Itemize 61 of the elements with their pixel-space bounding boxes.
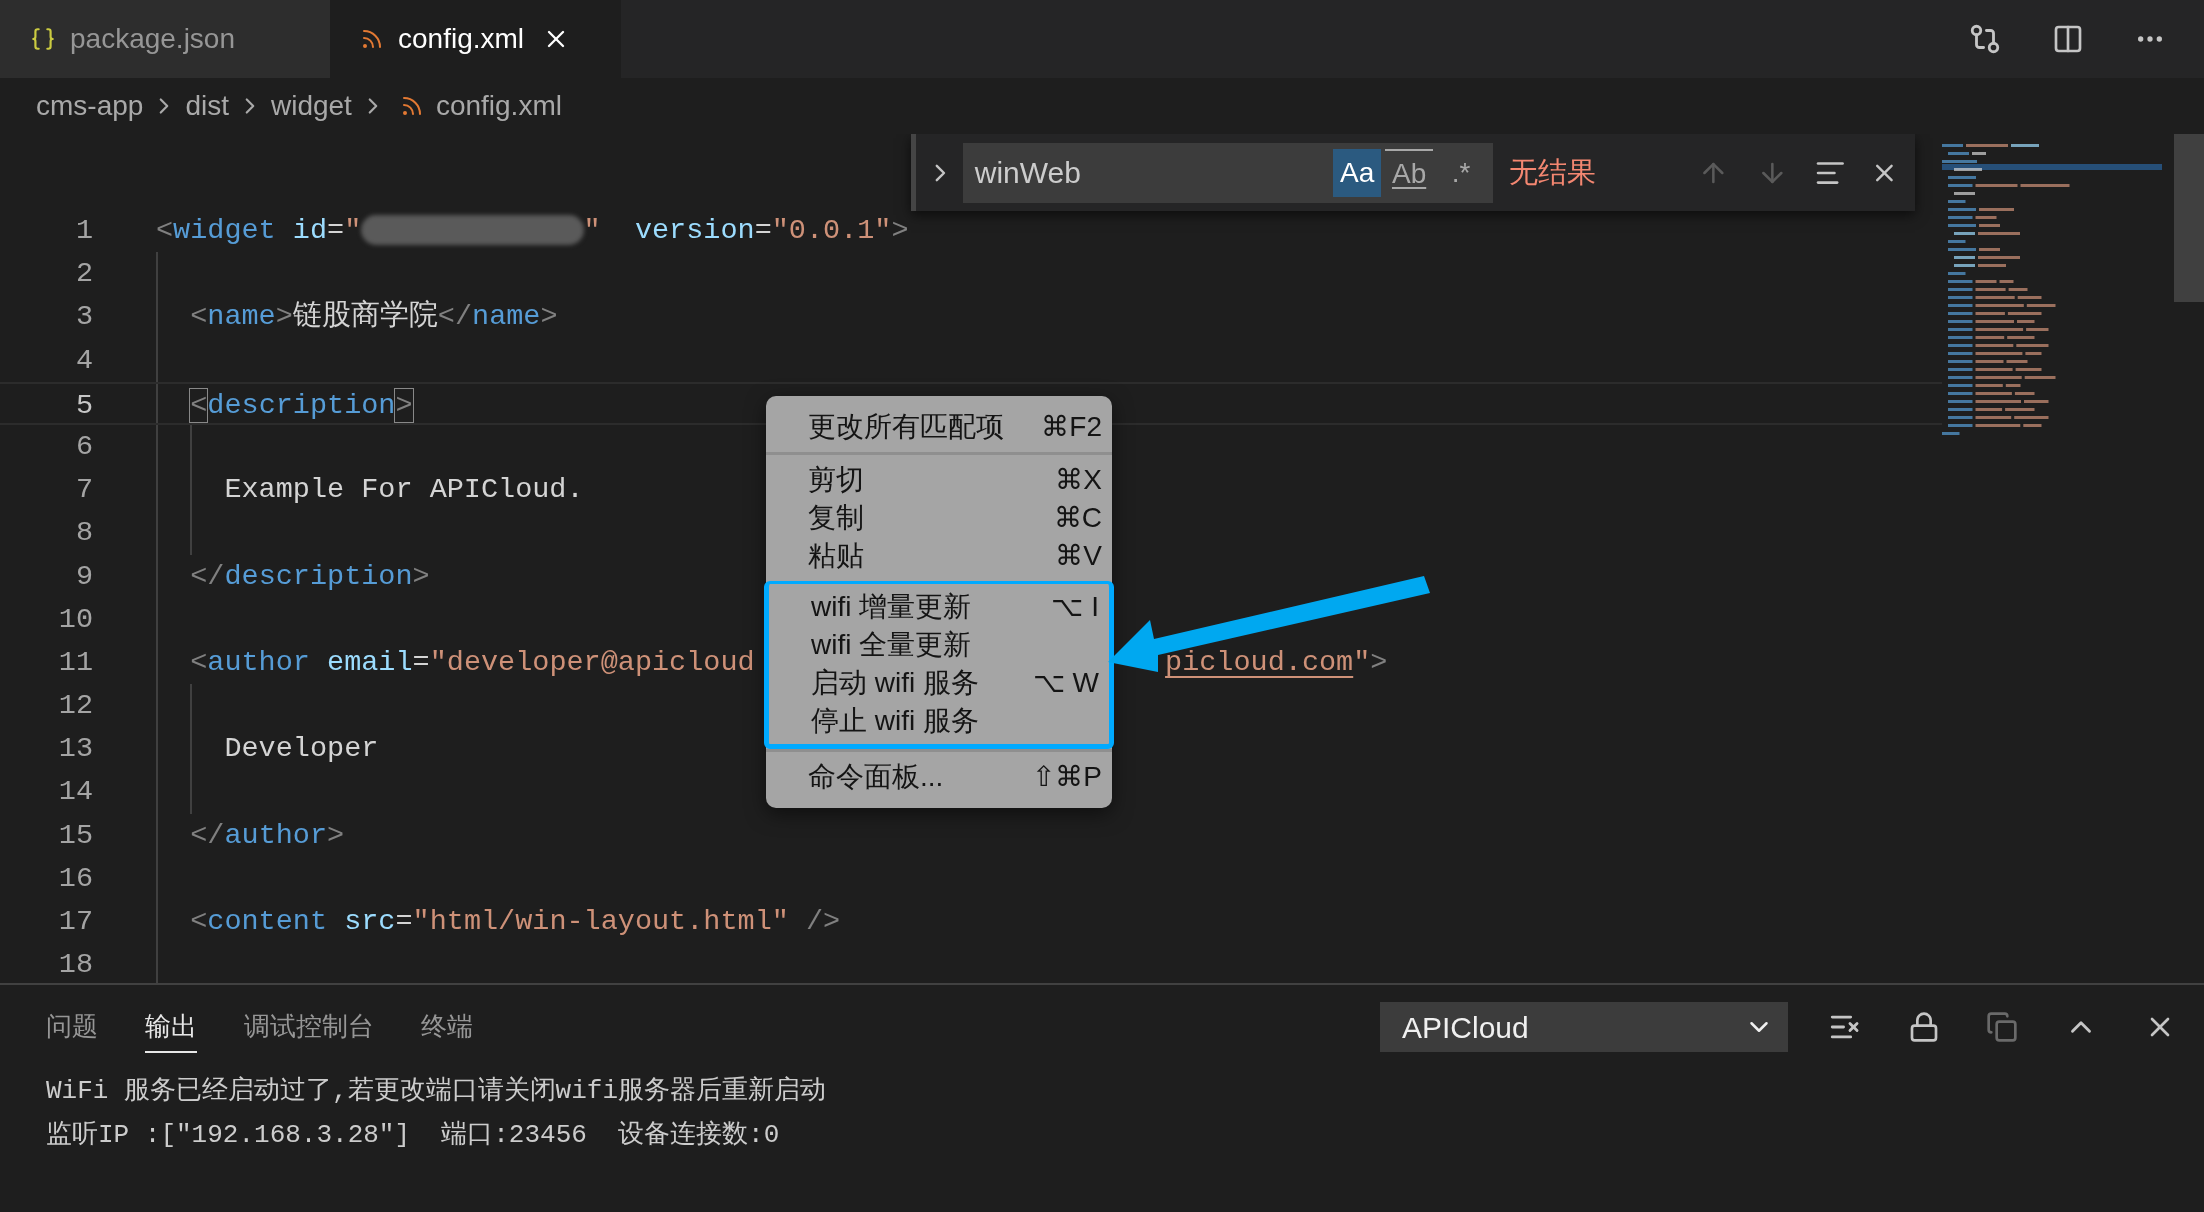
- lock-icon[interactable]: [1908, 1011, 1940, 1043]
- code-line: </description>: [189, 559, 430, 593]
- code-line: Example For APICloud.: [223, 473, 584, 507]
- breadcrumb-item[interactable]: config.xml: [435, 85, 562, 127]
- panel-tab[interactable]: 问题: [46, 1001, 98, 1053]
- line-number: 18: [57, 947, 93, 983]
- line-number: 15: [57, 817, 93, 854]
- panel-tab[interactable]: 调试控制台: [244, 1001, 374, 1053]
- find-option-toggle[interactable]: Ab: [1385, 148, 1434, 197]
- code-line: <widget id=" " version="0.0.1">: [156, 214, 909, 247]
- editor-tab[interactable]: package.json: [0, 0, 330, 78]
- menu-item[interactable]: 启动 wifi 服务 ⌥ W: [769, 664, 1109, 702]
- find-input[interactable]: winWeb Aa Ab .*: [962, 142, 1494, 203]
- find-option-toggle[interactable]: Aa: [1333, 148, 1382, 197]
- line-number: 17: [57, 904, 93, 940]
- code-line: <content src="html/win-layout.html" />: [189, 905, 841, 938]
- line-number: 3: [74, 299, 93, 336]
- line-number: 6: [74, 428, 93, 465]
- find-result: 无结果: [1509, 154, 1598, 190]
- line-number: 16: [57, 860, 93, 897]
- menu-item[interactable]: 停止 wifi 服务: [769, 702, 1109, 740]
- breadcrumb-item[interactable]: widget: [270, 85, 352, 127]
- line-number: 14: [57, 774, 93, 811]
- panel-tab[interactable]: 终端: [421, 1001, 473, 1053]
- breadcrumb-item[interactable]: cms-app: [36, 85, 144, 127]
- braces-icon: [30, 26, 56, 52]
- find-option-toggle[interactable]: .*: [1437, 148, 1486, 197]
- menu-item[interactable]: 剪切 ⌘X: [766, 461, 1112, 499]
- rss-icon: [360, 27, 384, 51]
- line-number: 11: [57, 644, 93, 681]
- menu-item[interactable]: 更改所有匹配项 ⌘F2: [766, 408, 1112, 446]
- code-line: <name>链股商学院</name>: [189, 300, 558, 334]
- code-line: <author email="developer@apicloud: [189, 645, 755, 679]
- compare-icon[interactable]: [1968, 22, 2002, 56]
- line-number: 12: [57, 688, 93, 725]
- line-number: 9: [74, 558, 93, 595]
- menu-item[interactable]: 命令面板... ⇧⌘P: [766, 758, 1112, 796]
- output-line: 监听IP :["192.168.3.28"] 端口:23456 设备连接数:0: [46, 1119, 781, 1152]
- line-number: 10: [57, 601, 93, 638]
- breadcrumb-item[interactable]: dist: [185, 85, 229, 127]
- code-text: picloud.com">: [1165, 644, 1388, 681]
- menu-item[interactable]: wifi 全量更新: [769, 626, 1109, 664]
- menu-item[interactable]: 粘贴 ⌘V: [766, 537, 1112, 575]
- code-line: Developer: [223, 732, 379, 766]
- channel-dropdown[interactable]: APICloud: [1380, 1002, 1788, 1052]
- line-number: 2: [74, 256, 93, 293]
- split-editor-icon[interactable]: [2052, 23, 2084, 55]
- copy-icon[interactable]: [1986, 1011, 2018, 1043]
- panel-tab[interactable]: 输出: [145, 1001, 197, 1053]
- line-number: 7: [74, 472, 93, 509]
- menu-item[interactable]: wifi 增量更新 ⌥ I: [769, 588, 1109, 626]
- line-number: 1: [74, 213, 93, 249]
- code-line: </author>: [189, 818, 345, 852]
- line-number: 8: [74, 515, 93, 552]
- menu-item[interactable]: 复制 ⌘C: [766, 499, 1112, 537]
- code-line: <description>: [189, 388, 413, 422]
- editor-tab[interactable]: config.xml: [330, 0, 621, 78]
- line-number: 5: [74, 387, 93, 423]
- line-number: 4: [74, 342, 93, 379]
- line-number: 13: [57, 731, 93, 768]
- output-line: WiFi 服务已经启动过了,若更改端口请关闭wifi服务器后重新启动: [46, 1075, 828, 1108]
